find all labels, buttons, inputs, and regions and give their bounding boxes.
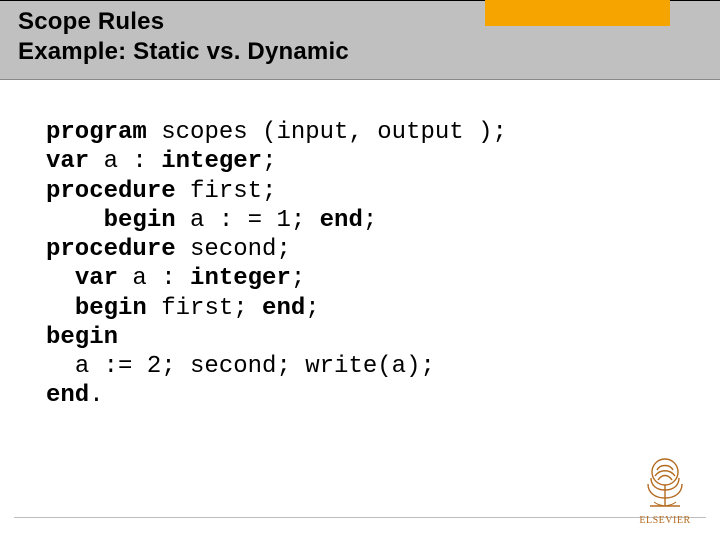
- code-text: ;: [262, 148, 276, 175]
- code-text: ;: [305, 295, 319, 322]
- code-text: a :: [89, 148, 161, 175]
- code-text: scopes (input, output );: [147, 119, 507, 146]
- tree-icon: [634, 452, 696, 508]
- code-text: ;: [291, 265, 305, 292]
- code-indent: [46, 207, 104, 234]
- code-text: a : = 1;: [176, 207, 320, 234]
- kw-begin: begin: [104, 207, 176, 234]
- code-text: ;: [363, 207, 377, 234]
- kw-program: program: [46, 119, 147, 146]
- title-line-1: Scope Rules: [18, 8, 164, 35]
- code-block: program scopes (input, output ); var a :…: [0, 80, 720, 411]
- kw-integer: integer: [161, 148, 262, 175]
- code-text: .: [89, 382, 103, 409]
- header-bar: Scope Rules Example: Static vs. Dynamic: [0, 0, 720, 80]
- kw-procedure: procedure: [46, 236, 176, 263]
- code-text: second;: [176, 236, 291, 263]
- kw-var: var: [46, 148, 89, 175]
- kw-end: end: [320, 207, 363, 234]
- title-line-2: Example: Static vs. Dynamic: [18, 38, 349, 65]
- kw-begin: begin: [75, 295, 147, 322]
- publisher-name: ELSEVIER: [630, 515, 700, 526]
- code-text: first;: [147, 295, 262, 322]
- footer-rule: [14, 517, 706, 518]
- kw-integer: integer: [190, 265, 291, 292]
- code-text: first;: [176, 178, 277, 205]
- publisher-logo: ELSEVIER: [630, 452, 700, 526]
- kw-var: var: [75, 265, 118, 292]
- code-text: a :: [118, 265, 190, 292]
- accent-block: [485, 0, 670, 26]
- kw-begin: begin: [46, 324, 118, 351]
- kw-procedure: procedure: [46, 178, 176, 205]
- kw-end: end: [46, 382, 89, 409]
- code-indent: [46, 265, 75, 292]
- kw-end: end: [262, 295, 305, 322]
- code-text: a := 2; second; write(a);: [75, 353, 435, 380]
- code-indent: [46, 353, 75, 380]
- code-indent: [46, 295, 75, 322]
